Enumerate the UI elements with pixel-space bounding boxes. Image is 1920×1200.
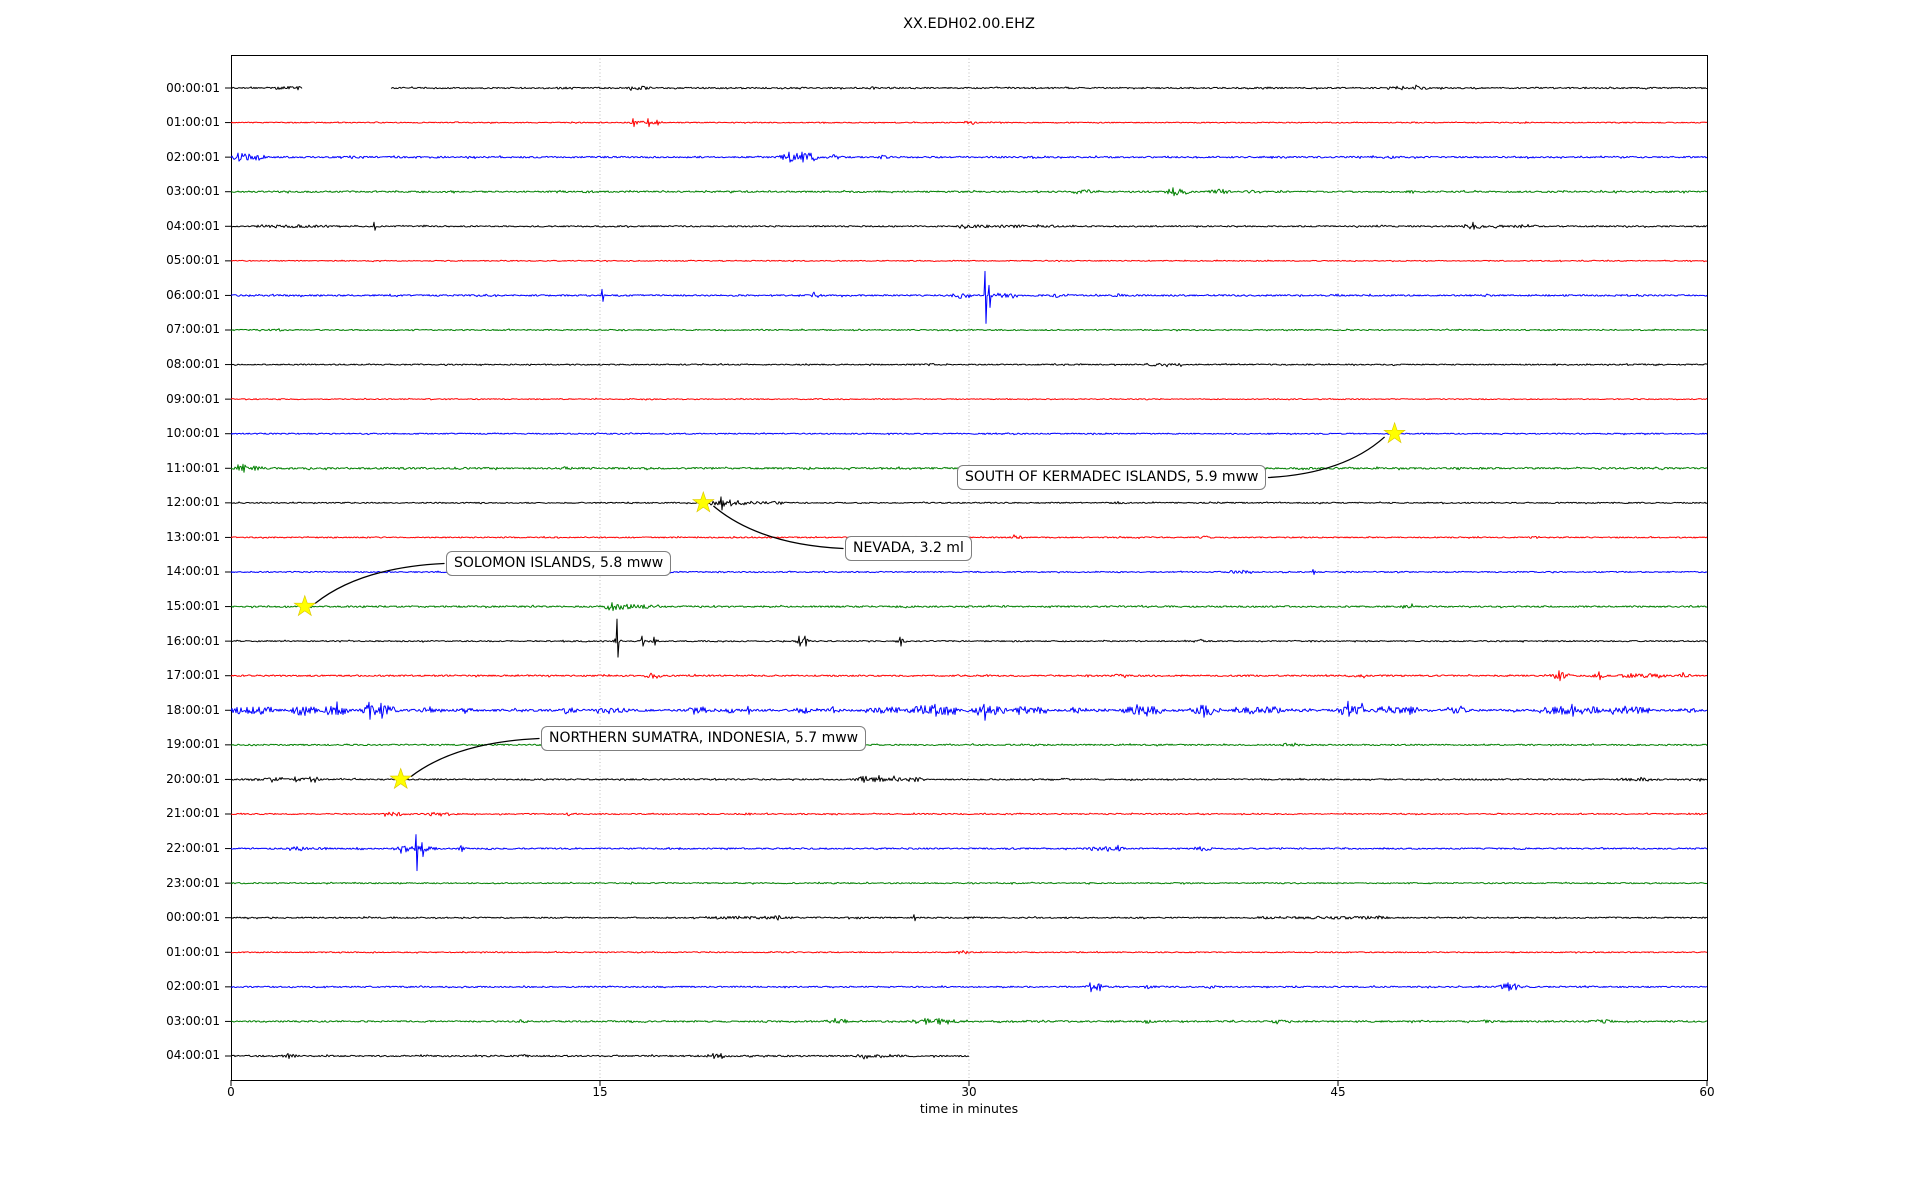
event-star xyxy=(1383,421,1406,444)
trace-row-23 xyxy=(230,881,1708,885)
annotation-arrow xyxy=(314,562,445,604)
y-tick-label: 02:00:01 xyxy=(166,979,220,994)
annotation-box-nevada: NEVADA, 3.2 ml xyxy=(845,536,972,561)
y-tick-label: 05:00:01 xyxy=(166,253,220,268)
helicorder-figure: XX.EDH02.00.EHZ 00:00:01 01:00:01 02:00:01… xyxy=(0,0,1920,1200)
y-tick-label: 22:00:01 xyxy=(166,841,220,856)
event-star xyxy=(389,767,413,790)
trace-row-21 xyxy=(230,811,1707,817)
y-tick-label: 00:00:01 xyxy=(166,910,220,925)
x-axis-title: time in minutes xyxy=(919,1101,1019,1116)
trace-row-16 xyxy=(230,618,1707,658)
trace-row-27 xyxy=(230,1017,1708,1025)
y-tick-label: 15:00:01 xyxy=(166,599,220,614)
y-tick-label: 11:00:01 xyxy=(166,460,220,475)
trace-row-19 xyxy=(230,742,1708,747)
trace-row-10 xyxy=(230,432,1708,436)
event-star xyxy=(692,490,715,513)
y-tick-label: 21:00:01 xyxy=(166,806,220,821)
y-tick-label: 18:00:01 xyxy=(166,702,220,717)
y-tick-label: 02:00:01 xyxy=(166,149,220,164)
y-tick-label: 23:00:01 xyxy=(166,875,220,890)
y-tick-label: 19:00:01 xyxy=(166,737,220,752)
event-star xyxy=(293,594,317,617)
y-tick-label: 10:00:01 xyxy=(166,426,220,441)
annotation-arrow xyxy=(1267,436,1385,479)
x-tick-label: 45 xyxy=(1330,1085,1346,1099)
y-tick-label: 12:00:01 xyxy=(166,495,220,510)
trace-row-8 xyxy=(230,362,1708,368)
y-tick-label: 03:00:01 xyxy=(166,184,220,199)
trace-row-7 xyxy=(230,328,1708,332)
y-tick-label: 20:00:01 xyxy=(166,771,220,786)
x-tick-label: 15 xyxy=(592,1085,608,1099)
trace-row-17 xyxy=(230,670,1708,682)
y-tick-label: 16:00:01 xyxy=(166,633,220,648)
x-tick-label: 30 xyxy=(961,1085,977,1099)
annotation-arrow xyxy=(713,505,844,550)
y-tick-label: 14:00:01 xyxy=(166,564,220,579)
y-tick-label: 00:00:01 xyxy=(166,80,220,95)
trace-row-28 xyxy=(230,1053,970,1060)
y-tick-label: 07:00:01 xyxy=(166,322,220,337)
trace-row-5 xyxy=(230,259,1707,263)
y-tick-label: 17:00:01 xyxy=(166,668,220,683)
y-tick-label: 06:00:01 xyxy=(166,287,220,302)
x-tick-label: 0 xyxy=(227,1085,235,1099)
annotation-box-sumatra: NORTHERN SUMATRA, INDONESIA, 5.7 mww xyxy=(541,726,867,751)
y-tick-label: 09:00:01 xyxy=(166,391,220,406)
annotation-box-solomon: SOLOMON ISLANDS, 5.8 mww xyxy=(446,551,672,576)
y-tick-label: 01:00:01 xyxy=(166,115,220,130)
y-tick-label: 08:00:01 xyxy=(166,357,220,372)
y-tick-label: 01:00:01 xyxy=(166,944,220,959)
trace-row-0 xyxy=(230,84,1708,91)
x-tick-label: 60 xyxy=(1699,1085,1715,1099)
y-tick-label: 04:00:01 xyxy=(166,1048,220,1063)
plot-area xyxy=(225,55,1708,1086)
annotation-box-kermadec: SOUTH OF KERMADEC ISLANDS, 5.9 mww xyxy=(957,465,1267,490)
y-tick-label: 13:00:01 xyxy=(166,529,220,544)
y-tick-label: 04:00:01 xyxy=(166,218,220,233)
trace-row-25 xyxy=(230,950,1707,955)
y-tick-label: 03:00:01 xyxy=(166,1013,220,1028)
trace-row-15 xyxy=(230,602,1708,612)
